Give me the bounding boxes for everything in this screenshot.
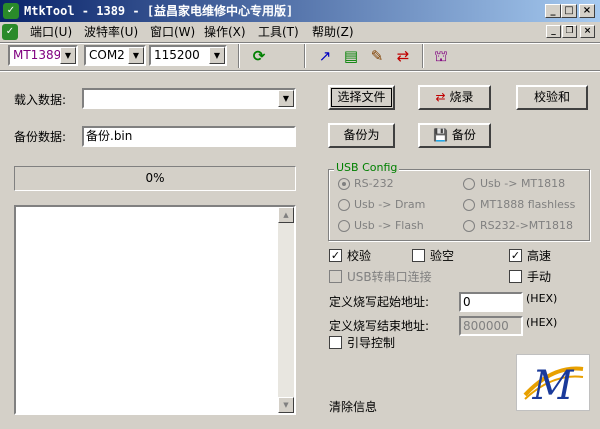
radio-mt1888-flashless[interactable] <box>463 199 475 211</box>
maximize-button[interactable]: □ <box>561 4 577 18</box>
end-address-input[interactable]: 800000 <box>459 316 523 336</box>
brand-logo: M <box>516 354 590 411</box>
high-speed-label: 高速 <box>527 249 552 263</box>
baud-select-value: 115200 <box>154 48 200 62</box>
menu-port[interactable]: 端口(U) <box>30 24 72 40</box>
end-address-label: 定义烧写结束地址: <box>329 319 430 333</box>
burn-button[interactable]: ⇄ 烧录 <box>418 85 491 110</box>
port-select-value: COM2 <box>89 48 125 62</box>
scroll-up-icon[interactable]: ▲ <box>278 207 294 223</box>
select-file-button[interactable]: 选择文件 <box>328 85 395 110</box>
manual-checkbox[interactable] <box>509 270 522 283</box>
title-bar[interactable]: ✓ MtkTool - 1389 - [益昌家电维修中心专用版] _ □ × <box>0 0 600 22</box>
mdi-minimize-button[interactable]: _ <box>546 25 561 38</box>
boot-control-label: 引导控制 <box>347 336 396 350</box>
document-icon[interactable]: ✓ <box>2 24 18 40</box>
verify-checkbox[interactable]: ✓ <box>329 249 342 262</box>
backup-file-input[interactable]: 备份.bin <box>82 126 296 147</box>
progress-text: 0% <box>145 171 165 185</box>
usb-serial-label: USB转串口连接 <box>347 270 432 284</box>
radio-rs232-mt1818[interactable] <box>463 220 475 232</box>
chevron-down-icon[interactable]: ▼ <box>60 47 76 64</box>
verify-label: 校验 <box>347 249 372 263</box>
start-address-input[interactable]: 0 <box>459 292 523 312</box>
checksum-button[interactable]: 校验和 <box>516 85 588 110</box>
chip-select-value: MT1389 <box>13 48 62 62</box>
app-icon[interactable]: ✓ <box>3 3 19 19</box>
usb-config-title: USB Config <box>334 161 400 174</box>
radio-usb-mt1818[interactable] <box>463 178 475 190</box>
save-icon: 💾 <box>433 128 449 142</box>
toolbar-separator <box>238 44 240 68</box>
chevron-down-icon[interactable]: ▼ <box>278 90 294 107</box>
toolbar-separator <box>422 44 424 68</box>
progress-bar: 0% <box>14 166 296 191</box>
chart-icon[interactable]: ↗ <box>314 45 336 67</box>
load-data-label: 载入数据: <box>14 93 67 107</box>
radio-usb-flash[interactable] <box>338 220 350 232</box>
toolbar-separator <box>304 44 306 68</box>
exit-icon[interactable]: ⛫ <box>430 45 452 67</box>
radio-usb-mt1818-label: Usb -> MT1818 <box>480 177 566 190</box>
mdi-close-button[interactable]: × <box>580 25 595 38</box>
menu-tools[interactable]: 工具(T) <box>258 24 299 40</box>
blank-check-checkbox[interactable] <box>412 249 425 262</box>
window-title: MtkTool - 1389 - [益昌家电维修中心专用版] <box>24 4 294 18</box>
chip-select[interactable]: MT1389 ▼ <box>8 45 78 66</box>
clear-info-button[interactable]: 清除信息 <box>329 398 377 415</box>
scroll-down-icon[interactable]: ▼ <box>278 397 294 413</box>
close-button[interactable]: × <box>579 4 595 18</box>
log-scrollbar[interactable]: ▲ ▼ <box>278 207 294 413</box>
mdi-restore-button[interactable]: ❐ <box>562 25 577 38</box>
radio-usb-dram[interactable] <box>338 199 350 211</box>
minimize-button[interactable]: _ <box>545 4 561 18</box>
backup-button[interactable]: 💾 备份 <box>418 123 491 148</box>
radio-rs232[interactable] <box>338 178 350 190</box>
toolbar-divider <box>0 42 600 44</box>
backup-data-label: 备份数据: <box>14 130 67 144</box>
burn-icon: ⇄ <box>435 90 446 104</box>
load-data-select[interactable]: ▼ <box>82 88 296 109</box>
log-output[interactable]: ▲ ▼ <box>14 205 296 415</box>
usb-serial-checkbox[interactable] <box>329 270 342 283</box>
radio-usb-dram-label: Usb -> Dram <box>354 198 426 211</box>
burn-button-label: 烧录 <box>449 90 474 104</box>
menu-help[interactable]: 帮助(Z) <box>312 24 354 40</box>
start-address-unit: (HEX) <box>526 292 558 305</box>
start-address-label: 定义烧写起始地址: <box>329 295 430 309</box>
menu-window[interactable]: 窗口(W) <box>150 24 195 40</box>
baud-select[interactable]: 115200 ▼ <box>149 45 227 66</box>
edit-icon[interactable]: ✎ <box>366 45 388 67</box>
logo-icon: M <box>523 363 584 409</box>
port-select[interactable]: COM2 ▼ <box>84 45 146 66</box>
end-address-unit: (HEX) <box>526 316 558 329</box>
menu-baud[interactable]: 波特率(U) <box>84 24 138 40</box>
logo-letter: M <box>532 363 575 409</box>
radio-rs232-mt1818-label: RS232->MT1818 <box>480 219 574 232</box>
backup-button-label: 备份 <box>451 128 476 142</box>
transfer-icon[interactable]: ⇄ <box>392 45 414 67</box>
high-speed-checkbox[interactable]: ✓ <box>509 249 522 262</box>
file-icon[interactable]: ▤ <box>340 45 362 67</box>
connect-icon[interactable]: ⟳ <box>248 45 270 67</box>
toolbar-divider <box>0 70 600 72</box>
radio-usb-flash-label: Usb -> Flash <box>354 219 424 232</box>
radio-mt1888-flashless-label: MT1888 flashless <box>480 198 576 211</box>
chevron-down-icon[interactable]: ▼ <box>128 47 144 64</box>
chevron-down-icon[interactable]: ▼ <box>209 47 225 64</box>
boot-control-checkbox[interactable] <box>329 336 342 349</box>
blank-check-label: 验空 <box>430 249 455 263</box>
backup-as-button[interactable]: 备份为 <box>328 123 395 148</box>
manual-label: 手动 <box>527 270 552 284</box>
radio-rs232-label: RS-232 <box>354 177 394 190</box>
menu-operation[interactable]: 操作(X) <box>204 24 246 40</box>
